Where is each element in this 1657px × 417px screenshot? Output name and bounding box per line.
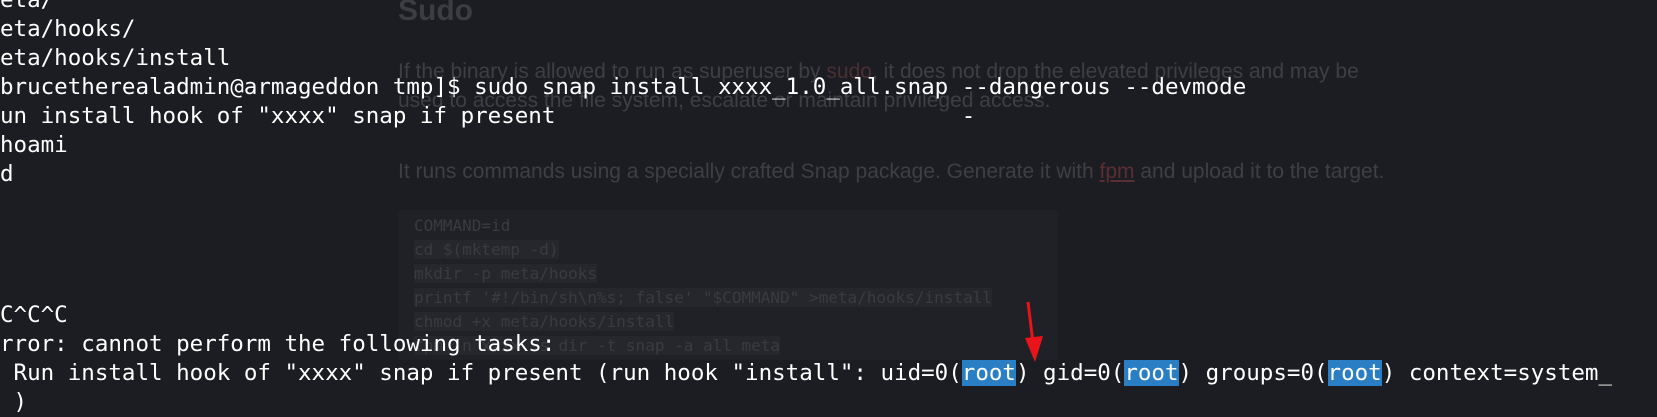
red-arrow-icon (1025, 301, 1043, 362)
